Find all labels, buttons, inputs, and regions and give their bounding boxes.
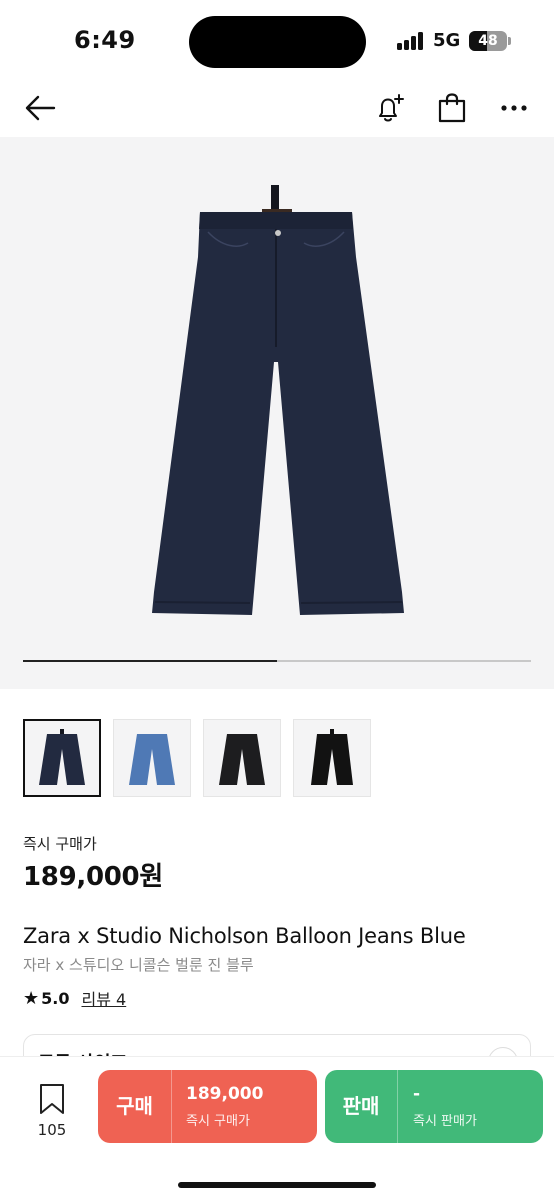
bottom-action-bar: 105 구매 189,000 즉시 구매가 판매 - 즉시 판매가 — [0, 1057, 554, 1200]
rating-row: ★ 5.0 리뷰 4 — [23, 986, 126, 1010]
thumbnail-black[interactable] — [203, 719, 281, 797]
home-indicator — [178, 1182, 376, 1188]
buy-button[interactable]: 구매 189,000 즉시 구매가 — [98, 1070, 317, 1143]
jeans-thumbnail-image — [311, 729, 353, 785]
thumbnail-light-blue[interactable] — [113, 719, 191, 797]
status-bar: 6:49 5G 48 — [0, 0, 554, 80]
jeans-thumbnail-image — [219, 734, 265, 785]
battery-cap — [508, 37, 511, 45]
bookmark-button[interactable]: 105 — [30, 1083, 74, 1139]
back-button[interactable] — [18, 86, 62, 130]
star-icon: ★ — [23, 987, 40, 1009]
status-time: 6:49 — [74, 26, 136, 54]
dynamic-island — [189, 16, 366, 68]
instant-price-label: 즉시 구매가 — [23, 835, 97, 853]
buy-divider — [171, 1070, 172, 1143]
bookmark-icon — [40, 1084, 64, 1114]
buy-label: 구매 — [116, 1094, 153, 1118]
more-dots-icon — [501, 105, 527, 111]
network-type: 5G — [433, 30, 461, 51]
shopping-bag-icon — [438, 93, 466, 123]
more-options-button[interactable] — [492, 86, 536, 130]
thumbnail-black-2[interactable] — [293, 719, 371, 797]
rating-score: 5.0 — [41, 988, 70, 1008]
arrow-left-icon — [25, 95, 56, 121]
bell-plus-icon — [379, 94, 404, 122]
thumbnail-dark-indigo[interactable] — [23, 719, 101, 797]
reviews-link[interactable]: 리뷰 4 — [81, 986, 126, 1010]
jeans-thumbnail-image — [39, 729, 85, 785]
image-progress-track — [23, 660, 531, 662]
alert-add-button[interactable] — [368, 86, 412, 130]
sell-price-caption: 즉시 판매가 — [413, 1114, 477, 1129]
product-title: Zara x Studio Nicholson Balloon Jeans Bl… — [23, 924, 466, 948]
product-title-korean: 자라 x 스튜디오 니콜슨 벌룬 진 블루 — [23, 956, 254, 974]
shopping-bag-button[interactable] — [430, 86, 474, 130]
product-image-carousel[interactable] — [0, 137, 554, 689]
sell-button[interactable]: 판매 - 즉시 판매가 — [325, 1070, 543, 1143]
sell-price: - — [413, 1084, 421, 1104]
battery-icon: 48 — [469, 31, 507, 51]
sell-divider — [397, 1070, 398, 1143]
jeans-thumbnail-image — [129, 734, 175, 785]
image-progress-fill — [23, 660, 277, 662]
signal-icon — [397, 32, 427, 50]
sell-label: 판매 — [342, 1094, 380, 1118]
jeans-product-image — [152, 185, 404, 615]
battery-level: 48 — [478, 33, 498, 49]
buy-price: 189,000 — [186, 1084, 264, 1104]
product-price: 189,000원 — [23, 862, 163, 892]
top-nav — [0, 80, 554, 136]
bookmark-count: 105 — [37, 1121, 67, 1139]
buy-price-caption: 즉시 구매가 — [186, 1114, 250, 1129]
